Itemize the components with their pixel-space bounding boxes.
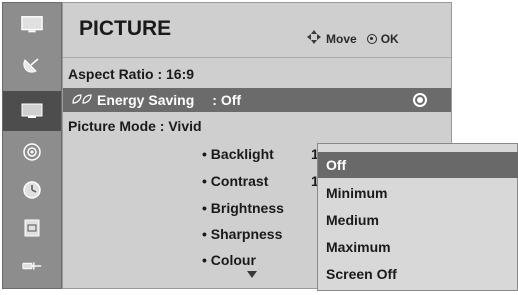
navigation-arrows-icon — [306, 29, 322, 48]
dropdown-option-screen-off[interactable]: Screen Off — [318, 261, 518, 287]
sidebar-item-time[interactable] — [3, 173, 61, 207]
energy-saving-dropdown: Off Minimum Medium Maximum Screen Off — [317, 143, 518, 291]
speaker-icon — [21, 142, 43, 162]
sharpness-label[interactable]: • Sharpness — [202, 226, 282, 242]
nav-hint: Move OK — [306, 29, 399, 48]
sidebar-item-channel[interactable] — [3, 49, 61, 83]
satellite-dish-icon — [21, 56, 43, 76]
sidebar-item-lock[interactable] — [3, 211, 61, 245]
contrast-label[interactable]: • Contrast — [202, 173, 268, 189]
dropdown-option-off[interactable]: Off — [318, 152, 518, 178]
menu-header: PICTURE Move OK — [63, 3, 451, 57]
colour-label[interactable]: • Colour — [202, 252, 256, 268]
sidebar-item-tv[interactable] — [3, 5, 61, 45]
page-title: PICTURE — [79, 17, 172, 40]
hint-ok-label: OK — [380, 31, 399, 46]
hint-move-label: Move — [326, 31, 357, 46]
tv-osd-menu: PICTURE Move OK Aspect Ratio: 16:9 Ener… — [0, 0, 518, 295]
picture-mode-label: Picture Mode : Vivid — [68, 118, 202, 134]
dropdown-option-minimum[interactable]: Minimum — [318, 180, 518, 206]
aspect-ratio-row[interactable]: Aspect Ratio : 16:9 — [63, 62, 451, 86]
scroll-down-arrow-icon[interactable] — [247, 271, 257, 278]
sidebar-item-audio[interactable] — [3, 135, 61, 169]
category-sidebar — [2, 2, 62, 289]
input-plug-icon — [21, 256, 43, 276]
sidebar-item-input[interactable] — [3, 249, 61, 283]
picture-mode-row[interactable]: Picture Mode : Vivid — [63, 114, 451, 138]
energy-saving-value: : Off — [212, 92, 242, 108]
brightness-label[interactable]: • Brightness — [202, 200, 284, 216]
dropdown-option-medium[interactable]: Medium — [318, 207, 518, 233]
picture-icon — [21, 101, 43, 121]
eco-leaf-icon — [71, 92, 93, 108]
energy-saving-label: Energy Saving — [97, 92, 195, 108]
clock-icon — [21, 180, 43, 200]
lock-icon — [21, 218, 43, 238]
tv-icon — [21, 15, 43, 35]
selected-radio-icon — [413, 93, 427, 107]
sidebar-item-picture[interactable] — [3, 91, 61, 131]
backlight-label[interactable]: • Backlight — [202, 146, 274, 162]
dropdown-option-maximum[interactable]: Maximum — [318, 234, 518, 260]
energy-saving-row[interactable]: Energy Saving : Off — [63, 88, 451, 112]
ok-button-icon — [366, 33, 377, 44]
header-divider — [63, 57, 451, 58]
aspect-ratio-label: Aspect Ratio : 16:9 — [68, 66, 195, 82]
